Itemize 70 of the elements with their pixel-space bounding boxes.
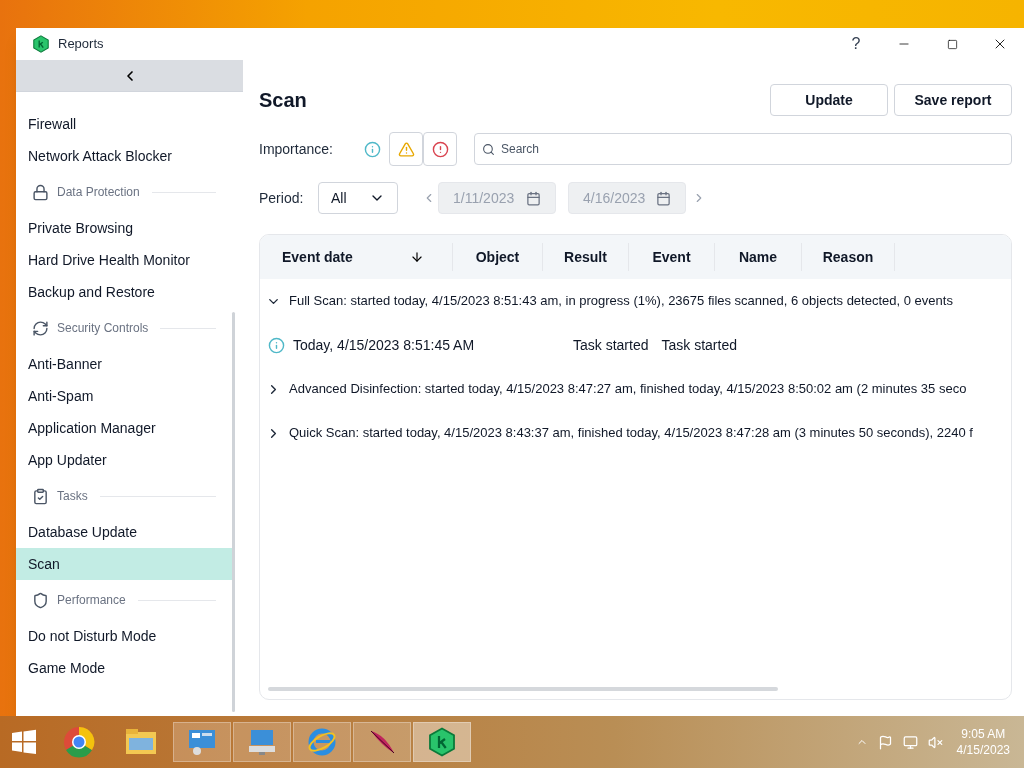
taskbar-app[interactable] (233, 722, 291, 762)
help-button[interactable]: ? (832, 28, 880, 60)
calendar-icon (526, 190, 541, 206)
search-icon (482, 143, 495, 156)
window-title: Reports (58, 35, 104, 54)
sidebar-item[interactable]: Hard Drive Health Monitor (16, 244, 232, 276)
group-row-text[interactable]: Full Scan: started today, 4/15/2023 8:51:43 am, in progress (1%), 23675 files scanned, 6 objects detected, 0 events (289, 291, 953, 311)
sidebar-item[interactable]: Backup and Restore (16, 276, 232, 308)
alert-icon (431, 140, 449, 158)
column-header[interactable]: Result (564, 246, 607, 268)
volume-muted-icon[interactable] (927, 734, 943, 750)
update-button[interactable]: Update (770, 84, 888, 116)
table-cell-text: Today, 4/15/2023 8:51:45 AM (293, 335, 476, 355)
flag-icon[interactable] (877, 734, 893, 750)
column-header[interactable]: Reason (822, 246, 874, 268)
maximize-icon (946, 38, 958, 50)
folder-icon (125, 728, 157, 756)
section-heading: Security Controls (57, 320, 149, 337)
taskbar-app[interactable] (413, 722, 471, 762)
horizontal-scrollbar[interactable] (268, 687, 778, 691)
taskbar-app[interactable] (353, 722, 411, 762)
keyboard-monitor-icon (247, 728, 277, 756)
importance-filter[interactable] (389, 132, 423, 166)
section-heading: Data Protection (57, 184, 140, 201)
sidebar-item[interactable]: App Updater (16, 444, 232, 476)
column-header[interactable]: Object (475, 246, 520, 268)
taskbar-app[interactable] (173, 722, 231, 762)
network-icon[interactable] (902, 734, 918, 750)
taskbar-app[interactable] (293, 722, 351, 762)
scrollbar[interactable] (232, 312, 235, 712)
section-heading: Performance (57, 592, 126, 609)
column-header[interactable]: Event (652, 246, 691, 268)
table-cell-text: Task started (573, 335, 649, 355)
calendar-icon (656, 190, 671, 206)
section-icon (32, 183, 49, 201)
logo-icon (32, 35, 50, 53)
column-header[interactable]: Name (738, 246, 778, 268)
period-label: Period: (259, 188, 305, 208)
sidebar-item[interactable]: Anti-Banner (16, 348, 232, 380)
sidebar-item[interactable]: Scan (16, 548, 232, 580)
search-field[interactable]: Search (474, 133, 1012, 165)
internet-explorer-icon (307, 727, 337, 757)
logo-icon (427, 727, 457, 757)
info-icon (363, 140, 381, 158)
windows-logo-icon (11, 729, 37, 755)
section-icon (32, 591, 49, 609)
sidebar-item[interactable]: Database Update (16, 516, 232, 548)
importance-filter[interactable] (423, 132, 457, 166)
sidebar-item[interactable]: Game Mode (16, 652, 232, 684)
sidebar-item[interactable]: Do not Disturb Mode (16, 620, 232, 652)
group-row-text[interactable]: Advanced Disinfection: started today, 4/15/2023 8:47:27 am, finished today, 4/15/2023 8:50:02 am (2 minutes 35 seco (289, 379, 967, 399)
group-row-text[interactable]: Quick Scan: started today, 4/15/2023 8:43:37 am, finished today, 4/15/2023 8:47:28 am (3 minutes 50 seconds), 2240 f (289, 423, 973, 443)
sidebar-item[interactable]: Network Attack Blocker (16, 140, 232, 172)
page-title: Scan (259, 88, 307, 113)
section-heading: Tasks (57, 488, 88, 505)
section-icon (32, 319, 49, 337)
sidebar-item[interactable]: Application Manager (16, 412, 232, 444)
importance-label: Importance: (259, 139, 334, 159)
info-icon (268, 336, 285, 354)
save-report-button[interactable]: Save report (894, 84, 1012, 116)
control-panel-icon (187, 728, 217, 756)
browser-icon (63, 726, 95, 758)
warning-icon (397, 140, 415, 158)
sidebar-item[interactable]: Firewall (16, 108, 232, 140)
column-header[interactable]: Event date (282, 246, 353, 268)
sort-icon[interactable] (410, 250, 424, 264)
sidebar-item[interactable]: Private Browsing (16, 212, 232, 244)
sidebar-item[interactable]: Anti-Spam (16, 380, 232, 412)
section-icon (32, 487, 49, 505)
table-cell-text: Task started (661, 335, 737, 355)
